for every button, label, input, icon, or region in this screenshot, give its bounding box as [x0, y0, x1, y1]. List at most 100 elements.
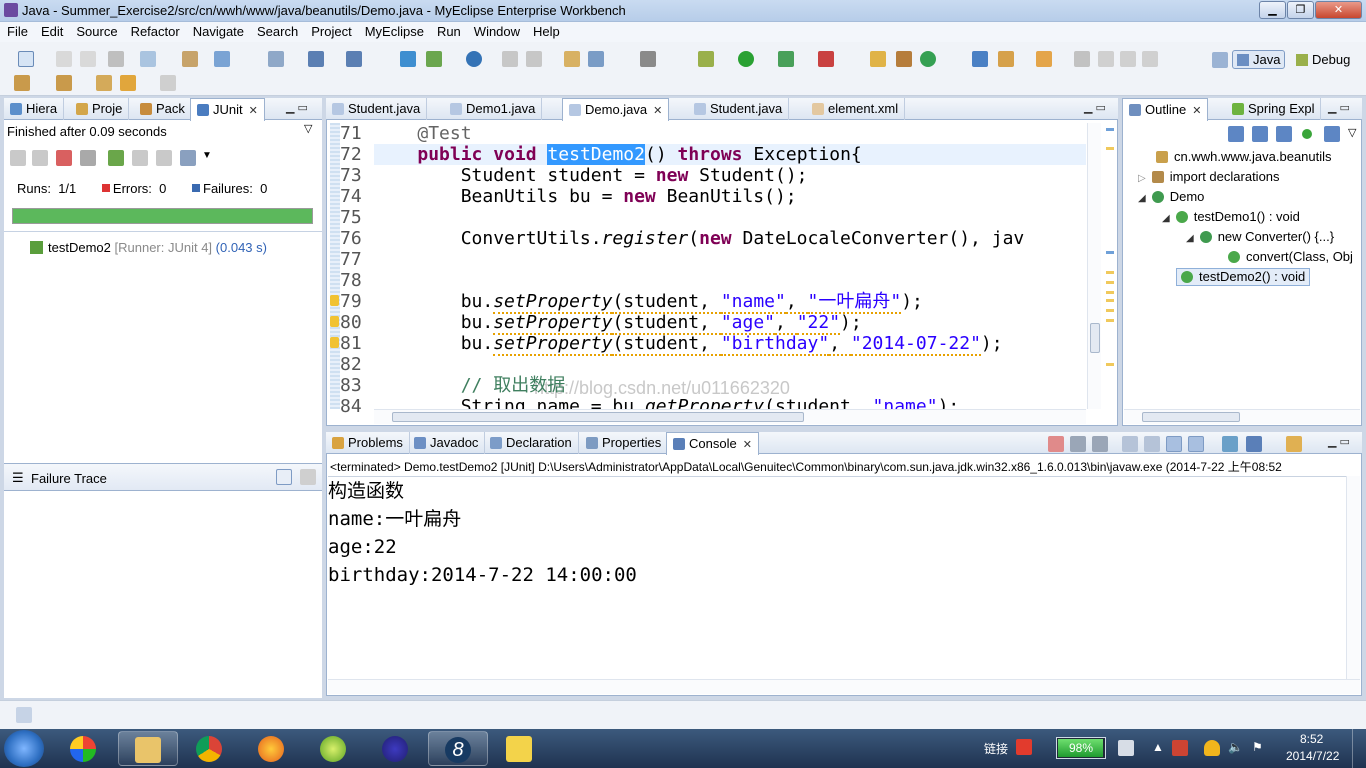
clear-console-icon[interactable] [1122, 436, 1138, 452]
new-package-icon[interactable] [896, 51, 912, 67]
expand-icon[interactable]: ▷ [1138, 173, 1146, 184]
console-vertical-scrollbar[interactable] [1346, 476, 1360, 679]
hide-static-icon[interactable] [1276, 126, 1292, 142]
last-edit-icon[interactable] [96, 75, 112, 91]
taskbar-app-green[interactable] [304, 731, 364, 766]
page-icon[interactable] [1120, 51, 1136, 67]
terminate-icon[interactable] [1048, 436, 1064, 452]
sogou-icon[interactable] [1016, 739, 1032, 755]
outline-h-scroll-thumb[interactable] [1142, 412, 1240, 422]
perspective-java[interactable]: Java [1232, 50, 1286, 69]
tab-javadoc[interactable]: Javadoc [408, 432, 486, 454]
pen-icon[interactable] [1098, 51, 1114, 67]
debug-icon[interactable] [698, 51, 714, 67]
menu-source[interactable]: Source [69, 22, 123, 41]
battery-meter[interactable]: 98% [1056, 737, 1106, 759]
show-hidden-icons[interactable]: ▲ [1152, 740, 1164, 754]
clock-time[interactable]: 8:52 [1300, 732, 1323, 746]
stop-icon[interactable] [156, 150, 172, 166]
warning-icon[interactable] [330, 316, 339, 327]
clock-date[interactable]: 2014/7/22 [1286, 749, 1339, 763]
editor-vertical-scrollbar[interactable] [1087, 123, 1101, 409]
outline-method-2[interactable]: testDemo2() : void [1176, 268, 1311, 286]
network-icon[interactable] [1118, 740, 1134, 756]
server-icon[interactable] [140, 51, 156, 67]
outline-method-1[interactable]: ◢ testDemo1() : void [1162, 209, 1300, 224]
outline-horizontal-scrollbar[interactable] [1124, 409, 1360, 424]
outline-package[interactable]: cn.wwh.www.java.beanutils [1156, 149, 1332, 164]
open-folder-icon[interactable] [1036, 51, 1052, 67]
coverage-icon[interactable] [778, 51, 794, 67]
new-web-project-icon[interactable] [182, 51, 198, 67]
menu-refactor[interactable]: Refactor [124, 22, 186, 41]
deploy-icon[interactable] [214, 51, 230, 67]
scroll-lock-icon[interactable] [1144, 436, 1160, 452]
warning-icon[interactable] [330, 295, 339, 306]
menu-file[interactable]: File [0, 22, 34, 41]
scroll-lock-icon[interactable] [80, 150, 96, 166]
tab-junit[interactable]: JUnit ✕ [190, 98, 265, 121]
menu-myeclipse[interactable]: MyEclipse [358, 22, 430, 41]
menu-project[interactable]: Project [304, 22, 357, 41]
outline-anon-converter[interactable]: ◢ new Converter() {...} [1186, 229, 1334, 244]
editor-horizontal-scrollbar[interactable] [374, 409, 1086, 424]
show-on-error-icon[interactable] [1188, 436, 1204, 452]
open-console-icon[interactable] [1286, 436, 1302, 452]
taskbar-app-explorer[interactable] [118, 731, 178, 766]
new-java-project-icon[interactable] [870, 51, 886, 67]
console-output[interactable]: 构造函数 name:一叶扁舟 age:22 birthday:2014-7-22… [328, 476, 1346, 679]
hide-fields-icon[interactable] [1252, 126, 1268, 142]
save-all-icon[interactable] [80, 51, 96, 67]
save-icon[interactable] [56, 51, 72, 67]
outline-minimize-icon[interactable]: ▁ ▭ [1328, 101, 1350, 114]
xml-icon[interactable] [426, 51, 442, 67]
tab-spring-explorer[interactable]: Spring Expl [1226, 98, 1322, 120]
browser-icon[interactable] [588, 51, 604, 67]
code-line[interactable]: BeanUtils bu = new BeanUtils(); [374, 186, 797, 207]
filter-stack-icon[interactable] [276, 469, 292, 485]
close-icon[interactable]: ✕ [653, 105, 662, 117]
next-annotation-icon[interactable] [14, 75, 30, 91]
history-dropdown-icon[interactable]: ▼ [202, 150, 212, 161]
open-type-icon[interactable] [972, 51, 988, 67]
package-icon[interactable] [564, 51, 580, 67]
menu-navigate[interactable]: Navigate [186, 22, 250, 41]
run-icon[interactable] [738, 51, 754, 67]
tab-package-explorer[interactable]: Pack [134, 98, 192, 120]
open-perspective-icon[interactable] [1212, 52, 1228, 68]
database-icon[interactable] [400, 51, 416, 67]
next-failure-icon[interactable] [10, 150, 26, 166]
code-line[interactable]: bu.setProperty(student, "age", "22"); [374, 312, 862, 335]
previous-failure-icon[interactable] [32, 150, 48, 166]
tab-student2-java[interactable]: Student.java [688, 98, 790, 120]
left-minimize-icon[interactable]: ▁ ▭ [286, 101, 308, 114]
tab-hierarchy[interactable]: Hiera [4, 98, 65, 120]
previous-annotation-icon[interactable] [56, 75, 72, 91]
action-center-icon[interactable]: ⚑ [1252, 740, 1263, 754]
print-icon[interactable] [108, 51, 124, 67]
forward-icon[interactable] [160, 75, 176, 91]
taskbar-app-firefox[interactable] [242, 731, 302, 766]
open-console-icon[interactable] [268, 51, 284, 67]
remove-all-terminated-icon[interactable] [1092, 436, 1108, 452]
console-horizontal-scrollbar[interactable] [328, 679, 1360, 694]
globe-icon[interactable] [466, 51, 482, 67]
tab-demo-java[interactable]: Demo.java ✕ [562, 98, 670, 121]
tab-element-xml[interactable]: element.xml [806, 98, 906, 120]
show-desktop-button[interactable] [1352, 729, 1366, 768]
volume-icon[interactable]: 🔈 [1228, 740, 1243, 754]
collapse-icon[interactable]: ◢ [1162, 213, 1170, 224]
view-menu-icon[interactable]: ▽ [304, 122, 312, 135]
taskbar-app-eclipse[interactable] [366, 731, 426, 766]
menu-search[interactable]: Search [250, 22, 304, 41]
outline-convert-method[interactable]: convert(Class, Obj [1228, 249, 1353, 264]
tab-problems[interactable]: Problems [326, 432, 410, 454]
back-icon[interactable] [120, 75, 136, 91]
restore-button[interactable]: ❐ [1287, 1, 1314, 19]
code-line[interactable]: public void testDemo2() throws Exception… [374, 144, 862, 165]
collapse-icon[interactable]: ◢ [1138, 193, 1146, 204]
tab-outline[interactable]: Outline ✕ [1122, 98, 1209, 121]
start-button[interactable] [4, 730, 44, 767]
close-icon[interactable]: ✕ [743, 439, 752, 451]
menu-edit[interactable]: Edit [34, 22, 69, 41]
